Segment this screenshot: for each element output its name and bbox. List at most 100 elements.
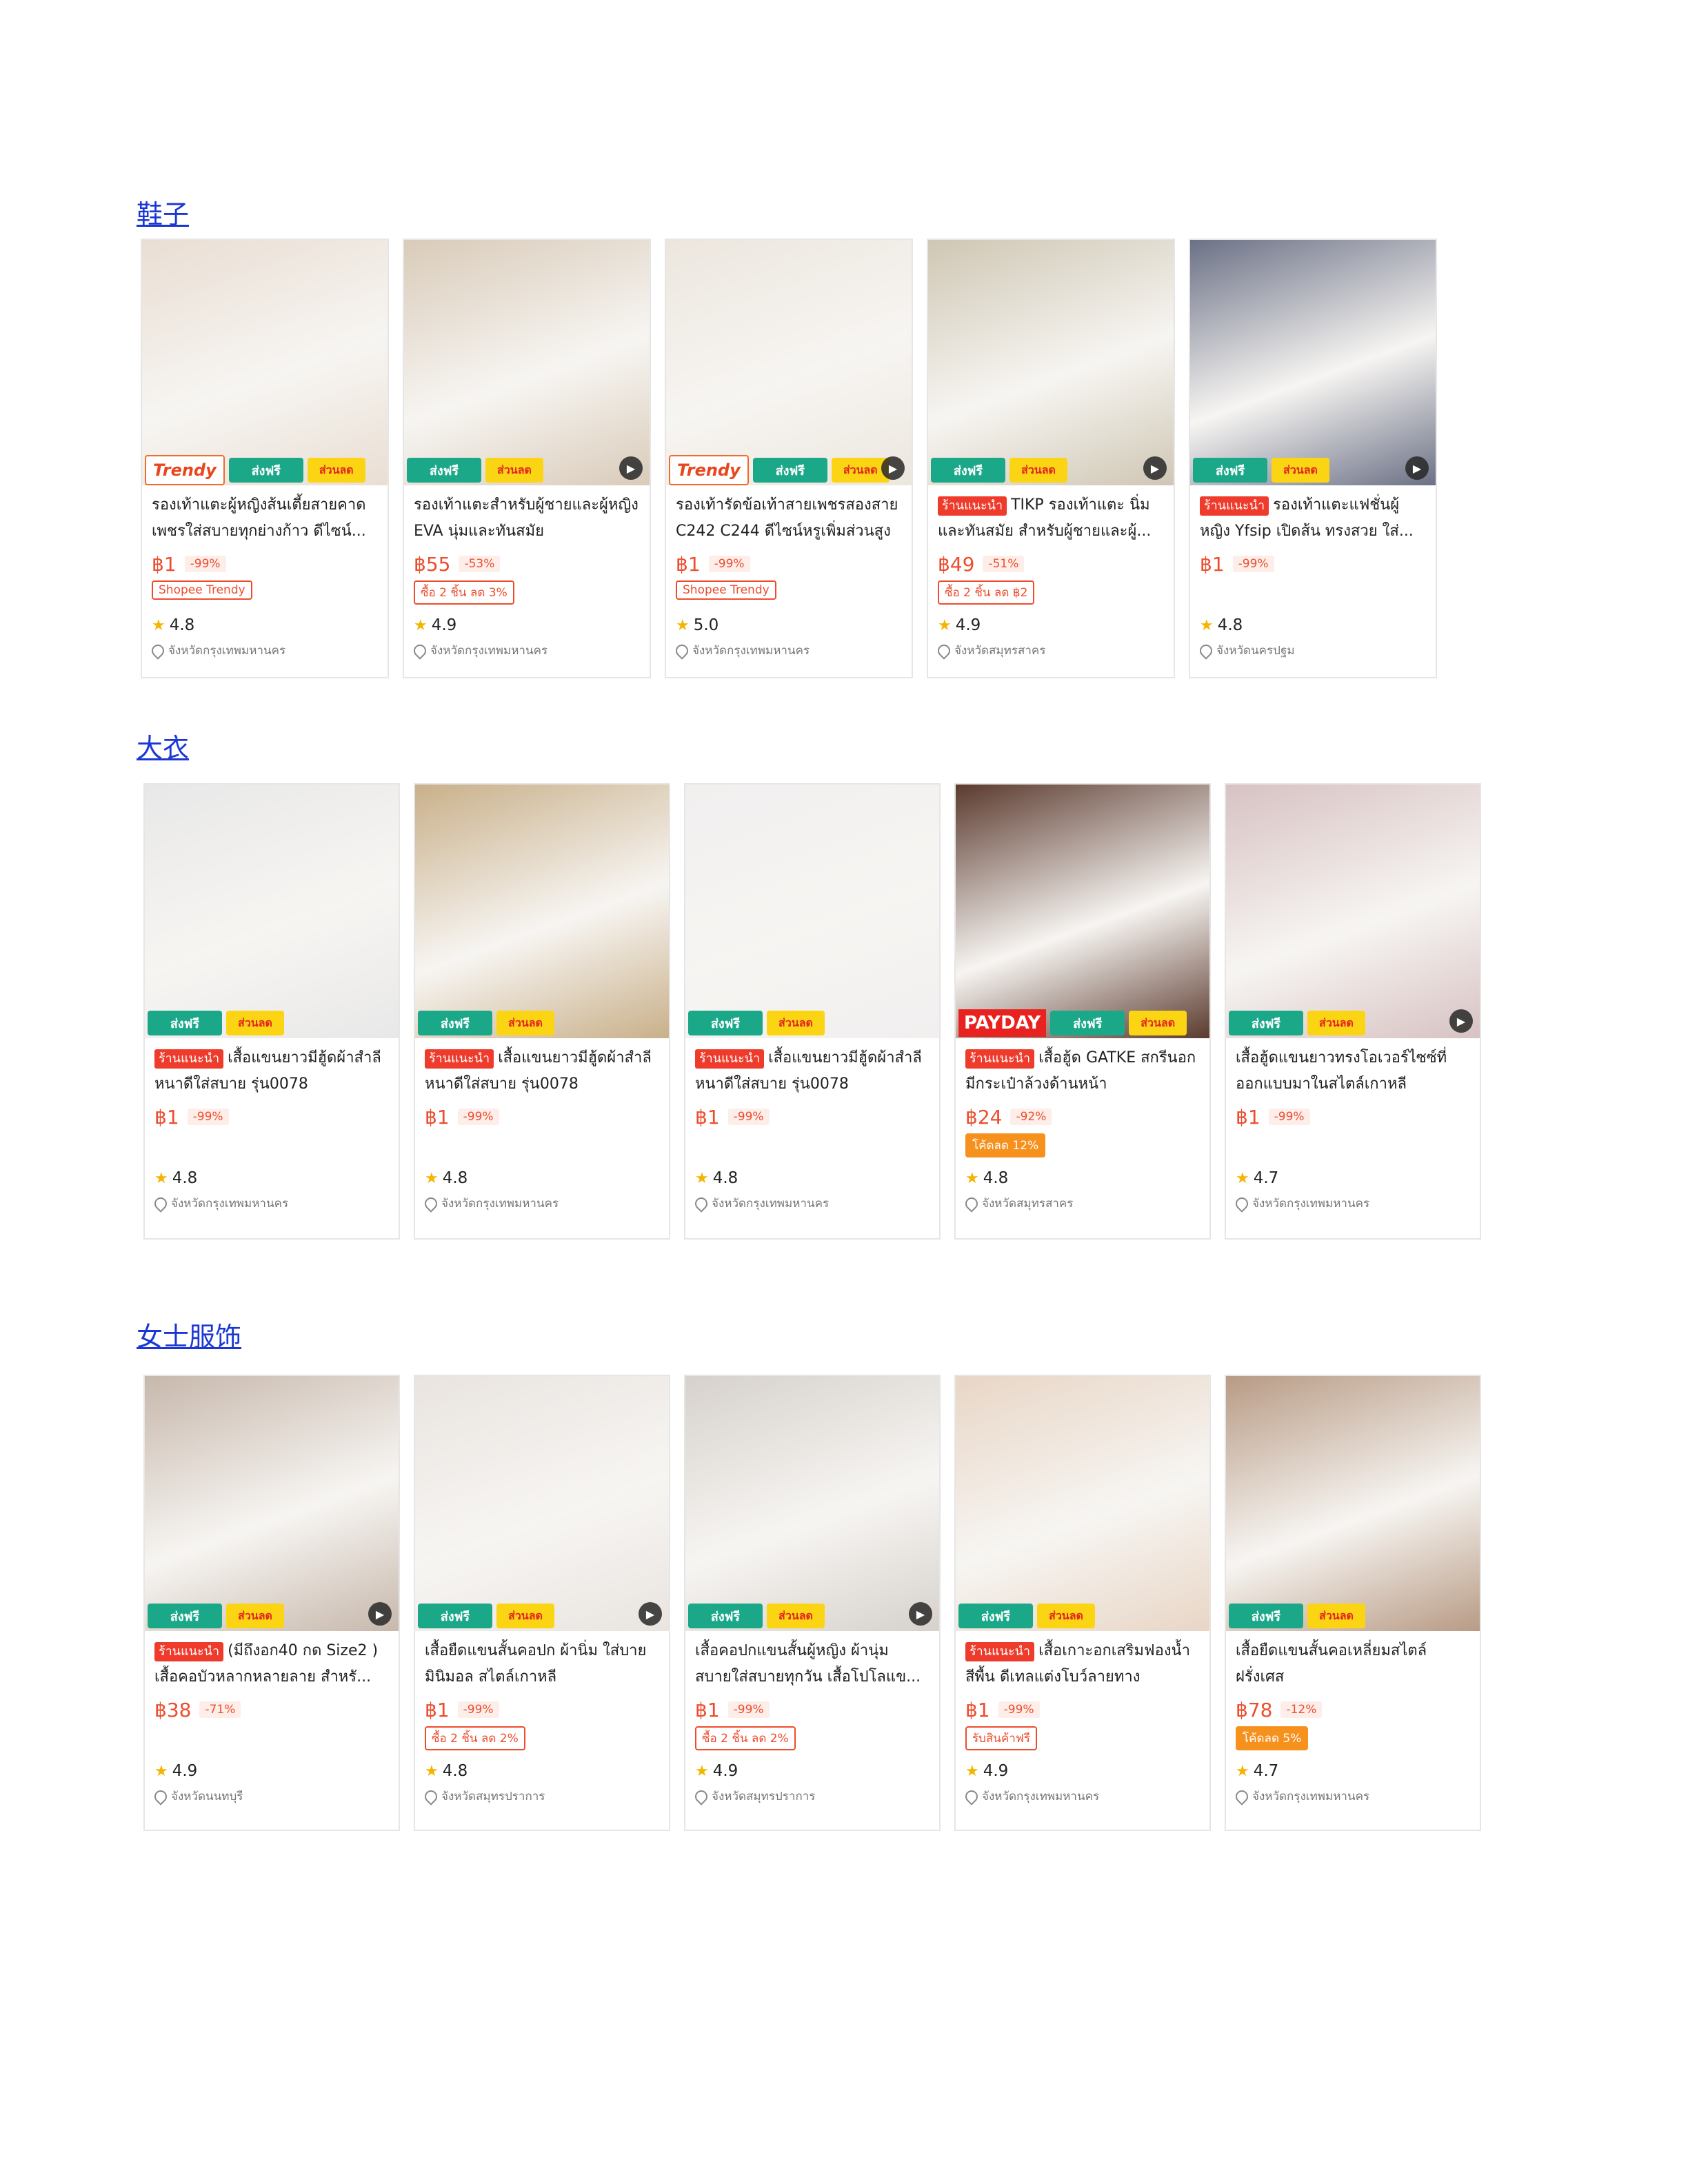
product-card[interactable]: ส่งฟรี ส่วนลด ▶ เสื้อฮู้ดแขนยาวทรงโอเวอร์ไซ… (1225, 783, 1481, 1240)
product-price: ฿49 (938, 552, 975, 576)
product-card[interactable]: ส่งฟรี ส่วนลดร้านแนะนำ เสื้อแขนยาวมีฮู้ดผ้… (414, 783, 670, 1240)
discount-percent: -12% (1280, 1701, 1323, 1718)
product-name[interactable]: รองเท้ารัดข้อเท้าสายเพชรสองสาย C242 C244… (676, 492, 902, 545)
product-card[interactable]: ส่งฟรี ส่วนลด ▶ ร้านแนะนำ TIKP รองเท้าแตะ นิ… (927, 239, 1175, 678)
product-name[interactable]: เสื้อฮู้ดแขนยาวทรงโอเวอร์ไซซ์ที่ออกแบบมา… (1236, 1045, 1470, 1098)
payday-badge: PAYDAY (958, 1009, 1047, 1037)
location: จังหวัดกรุงเทพมหานคร (692, 1194, 930, 1213)
product-photo (415, 1376, 669, 1631)
product-card[interactable]: ส่งฟรี ส่วนลด ▶ ร้านแนะนำ รองเท้าแตะแฟชั่นผู… (1189, 239, 1437, 678)
product-name[interactable]: ร้านแนะนำ เสื้อฮู้ด GATKE สกรีนอก มีกระเป… (965, 1045, 1200, 1098)
badge-strip: ส่งฟรี ส่วนลด (145, 1601, 399, 1631)
product-name[interactable]: ร้านแนะนำ เสื้อแขนยาวมีฮู้ดผ้าสำลี หนาดีใ… (695, 1045, 930, 1098)
product-info: ร้านแนะนำ เสื้อแขนยาวมีฮู้ดผ้าสำลี หนาดีใ… (685, 1038, 939, 1220)
play-video-icon[interactable]: ▶ (1449, 1009, 1473, 1033)
play-video-icon[interactable]: ▶ (619, 456, 643, 480)
product-card[interactable]: ส่งฟรี ส่วนลดเสื้อยืดแขนสั้นคอเหลี่ยมสไตล… (1225, 1375, 1481, 1831)
product-card[interactable]: Trendy ส่งฟรี ส่วนลด ▶ รองเท้ารัดข้อเท้าสายเ… (665, 239, 913, 678)
rating-value: 4.9 (955, 616, 981, 634)
discount-badge: ส่วนลด (831, 458, 890, 483)
product-name[interactable]: ร้านแนะนำ (มีถึงอก40 กด Size2 ) เสื้อคอบั… (154, 1638, 389, 1690)
product-image[interactable]: ส่งฟรี ส่วนลด ▶ (1190, 240, 1436, 485)
product-name[interactable]: รองเท้าแตะผู้หญิงส้นเตี้ยสายคาด เพชรใส่ส… (152, 492, 378, 545)
product-name[interactable]: ร้านแนะนำ TIKP รองเท้าแตะ นิ่มและทันสมัย … (938, 492, 1164, 545)
product-card[interactable]: ส่งฟรี ส่วนลดร้านแนะนำ เสื้อเกาะอกเสริมฟอง… (954, 1375, 1211, 1831)
product-photo (956, 1376, 1209, 1631)
location-text: จังหวัดสมุทรสาคร (982, 1197, 1074, 1211)
discount-percent: -99% (1268, 1109, 1310, 1125)
rating: ★ 4.8 (1200, 616, 1426, 634)
discount-badge: ส่วนลด (1307, 1011, 1365, 1035)
product-name[interactable]: ร้านแนะนำ รองเท้าแตะแฟชั่นผู้หญิง Yfsip เ… (1200, 492, 1426, 545)
product-image[interactable]: ส่งฟรี ส่วนลด ▶ (415, 1376, 669, 1631)
section-title-link[interactable]: 大衣 (137, 727, 189, 765)
product-card[interactable]: ส่งฟรี ส่วนลด ▶ รองเท้าแตะสำหรับผู้ชายและผู… (403, 239, 651, 678)
product-info: ร้านแนะนำ เสื้อเกาะอกเสริมฟองน้ำ สีพื้น ด… (956, 1631, 1209, 1812)
product-name[interactable]: เสื้อยืดแขนสั้นคอปก ผ้านิ่ม ใส่บาย มินิม… (425, 1638, 659, 1690)
rating: ★ 4.9 (154, 1762, 389, 1780)
product-image[interactable]: PAYDAY ส่งฟรี ส่วนลด (956, 785, 1209, 1038)
promo-line: Shopee Trendy (152, 580, 378, 611)
play-video-icon[interactable]: ▶ (909, 1602, 932, 1626)
product-photo (956, 785, 1209, 1038)
product-name-text: รองเท้าแตะผู้หญิงส้นเตี้ยสายคาด เพชรใส่ส… (152, 496, 366, 540)
product-card[interactable]: ส่งฟรี ส่วนลดร้านแนะนำ เสื้อแขนยาวมีฮู้ดผ้… (143, 783, 400, 1240)
product-card[interactable]: ส่งฟรี ส่วนลดร้านแนะนำ เสื้อแขนยาวมีฮู้ดผ้… (684, 783, 941, 1240)
product-image[interactable]: ส่งฟรี ส่วนลด (1226, 1376, 1480, 1631)
price-line: ฿24 -92% (965, 1103, 1200, 1131)
product-card[interactable]: PAYDAY ส่งฟรี ส่วนลดร้านแนะนำ เสื้อฮู้ด GAT… (954, 783, 1211, 1240)
price-line: ฿49 -51% (938, 550, 1164, 578)
play-video-icon[interactable]: ▶ (639, 1602, 662, 1626)
price-line: ฿1 -99% (676, 550, 902, 578)
rating: ★ 5.0 (676, 616, 902, 634)
rating-value: 4.8 (983, 1169, 1009, 1187)
product-image[interactable]: ส่งฟรี ส่วนลด ▶ (145, 1376, 399, 1631)
product-name[interactable]: เสื้อคอปกแขนสั้นผู้หญิง ผ้านุ่ม สบายใส่ส… (695, 1638, 930, 1690)
product-image[interactable]: ส่งฟรี ส่วนลด (956, 1376, 1209, 1631)
location: จังหวัดกรุงเทพมหานคร (149, 641, 378, 660)
product-image[interactable]: ส่งฟรี ส่วนลด (415, 785, 669, 1038)
rating-value: 4.9 (431, 616, 457, 634)
star-icon: ★ (676, 616, 690, 634)
section-title-link[interactable]: 鞋子 (137, 193, 189, 231)
product-image[interactable]: Trendy ส่งฟรี ส่วนลด (142, 240, 388, 485)
product-name[interactable]: ร้านแนะนำ เสื้อเกาะอกเสริมฟองน้ำ สีพื้น ด… (965, 1638, 1200, 1690)
promo-line (425, 1133, 659, 1164)
play-video-icon[interactable]: ▶ (881, 456, 905, 480)
location-text: จังหวัดกรุงเทพมหานคร (982, 1790, 1100, 1803)
product-card[interactable]: ส่งฟรี ส่วนลด ▶ ร้านแนะนำ (มีถึงอก40 กด Size… (143, 1375, 400, 1831)
product-price: ฿1 (1200, 552, 1225, 576)
product-image[interactable]: ส่งฟรี ส่วนลด ▶ (404, 240, 650, 485)
play-video-icon[interactable]: ▶ (1143, 456, 1167, 480)
location-text: จังหวัดนนทบุรี (171, 1790, 243, 1803)
discount-badge: ส่วนลด (496, 1011, 554, 1035)
product-image[interactable]: ส่งฟรี ส่วนลด (685, 785, 939, 1038)
product-image[interactable]: Trendy ส่งฟรี ส่วนลด ▶ (666, 240, 912, 485)
location-text: จังหวัดกรุงเทพมหานคร (1252, 1197, 1370, 1211)
product-image[interactable]: ส่งฟรี ส่วนลด (145, 785, 399, 1038)
play-video-icon[interactable]: ▶ (368, 1602, 392, 1626)
promo-line (154, 1133, 389, 1164)
product-card[interactable]: Trendy ส่งฟรี ส่วนลดรองเท้าแตะผู้หญิงส้นเต… (141, 239, 389, 678)
product-image[interactable]: ส่งฟรี ส่วนลด ▶ (928, 240, 1174, 485)
product-image[interactable]: ส่งฟรี ส่วนลด ▶ (1226, 785, 1480, 1038)
product-name[interactable]: ร้านแนะนำ เสื้อแขนยาวมีฮู้ดผ้าสำลี หนาดีใ… (154, 1045, 389, 1098)
product-card[interactable]: ส่งฟรี ส่วนลด ▶ เสื้อคอปกแขนสั้นผู้หญิง ผ้า… (684, 1375, 941, 1831)
location: จังหวัดกรุงเทพมหานคร (1233, 1787, 1470, 1806)
product-image[interactable]: ส่งฟรี ส่วนลด ▶ (685, 1376, 939, 1631)
location-text: จังหวัดกรุงเทพมหานคร (171, 1197, 289, 1211)
product-name[interactable]: ร้านแนะนำ เสื้อแขนยาวมีฮู้ดผ้าสำลี หนาดีใ… (425, 1045, 659, 1098)
section-title-link[interactable]: 女士服饰 (137, 1315, 241, 1353)
rating-value: 4.9 (712, 1762, 738, 1780)
promo-line (154, 1726, 389, 1757)
rating: ★ 4.8 (154, 1169, 389, 1187)
product-card[interactable]: ส่งฟรี ส่วนลด ▶ เสื้อยืดแขนสั้นคอปก ผ้านิ่ม… (414, 1375, 670, 1831)
star-icon: ★ (154, 1762, 168, 1780)
product-name[interactable]: รองเท้าแตะสำหรับผู้ชายและผู้หญิง EVA นุ่… (414, 492, 640, 545)
product-name[interactable]: เสื้อยืดแขนสั้นคอเหลี่ยมสไตล์ฝรั่งเศส (1236, 1638, 1470, 1690)
recommended-shop-tag: ร้านแนะนำ (938, 496, 1007, 516)
promo-tag: ซื้อ 2 ชิ้น ลด 2% (695, 1726, 796, 1750)
star-icon: ★ (965, 1762, 979, 1780)
play-video-icon[interactable]: ▶ (1405, 456, 1429, 480)
badge-strip: Trendy ส่งฟรี ส่วนลด (666, 455, 912, 485)
